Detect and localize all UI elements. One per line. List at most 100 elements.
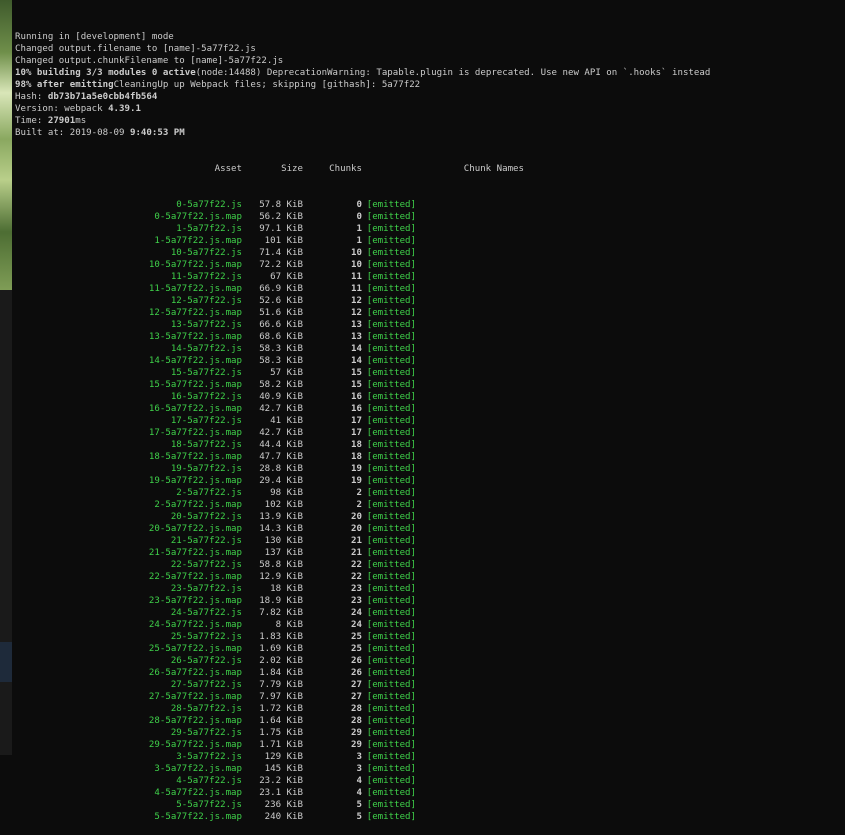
asset-chunk: 27 xyxy=(351,692,362,702)
asset-status: [emitted] xyxy=(366,752,416,762)
asset-asset: 14-5a77f22.js xyxy=(170,344,242,354)
asset-size: 42.7 KiB xyxy=(259,428,303,438)
asset-asset: 12-5a77f22.js.map xyxy=(148,308,242,318)
col-asset: Asset xyxy=(214,164,242,174)
asset-size: 51.6 KiB xyxy=(259,308,303,318)
asset-status: [emitted] xyxy=(366,776,416,786)
asset-status: [emitted] xyxy=(366,560,416,570)
asset-size: 8 KiB xyxy=(275,620,303,630)
asset-size: 18 KiB xyxy=(270,584,303,594)
table-row: 29-5a77f22.js 1.75 KiB 29 [emitted] xyxy=(15,727,845,739)
asset-chunk: 25 xyxy=(351,632,362,642)
asset-status: [emitted] xyxy=(366,308,416,318)
asset-size: 44.4 KiB xyxy=(259,440,303,450)
asset-chunk: 22 xyxy=(351,560,362,570)
log-line: Built at: 2019-08-09 9:40:53 PM xyxy=(15,127,845,139)
log-label: Time: xyxy=(15,116,48,126)
asset-asset: 26-5a77f22.js xyxy=(170,656,242,666)
table-row: 2-5a77f22.js 98 KiB 2 [emitted] xyxy=(15,487,845,499)
asset-size: 1.69 KiB xyxy=(259,644,303,654)
asset-chunk: 1 xyxy=(356,236,362,246)
table-row: 24-5a77f22.js.map 8 KiB 24 [emitted] xyxy=(15,619,845,631)
table-row: 12-5a77f22.js 52.6 KiB 12 [emitted] xyxy=(15,295,845,307)
asset-chunk: 5 xyxy=(356,812,362,822)
asset-status: [emitted] xyxy=(366,392,416,402)
asset-asset: 4-5a77f22.js.map xyxy=(154,788,242,798)
asset-asset: 18-5a77f22.js xyxy=(170,440,242,450)
asset-status: [emitted] xyxy=(366,704,416,714)
asset-status: [emitted] xyxy=(366,572,416,582)
table-row: 3-5a77f22.js 129 KiB 3 [emitted] xyxy=(15,751,845,763)
asset-status: [emitted] xyxy=(366,620,416,630)
log-line: 98% after emittingCleaningUp up Webpack … xyxy=(15,79,845,91)
asset-size: 1.83 KiB xyxy=(259,632,303,642)
asset-asset: 14-5a77f22.js.map xyxy=(148,356,242,366)
build-log-header: Running in [development] mode Changed out… xyxy=(15,31,845,139)
asset-asset: 23-5a77f22.js.map xyxy=(148,596,242,606)
asset-status: [emitted] xyxy=(366,440,416,450)
asset-chunk: 20 xyxy=(351,524,362,534)
asset-size: 67 KiB xyxy=(270,272,303,282)
background-panel-edge xyxy=(0,642,12,682)
log-bold: 27901 xyxy=(47,116,76,126)
log-text: CleaningUp up Webpack files; skipping [g… xyxy=(113,80,421,90)
table-row: 13-5a77f22.js 66.6 KiB 13 [emitted] xyxy=(15,319,845,331)
log-bold: 10% building 3/3 modules 0 active xyxy=(15,68,196,78)
asset-chunk: 17 xyxy=(351,428,362,438)
asset-asset: 0-5a77f22.js xyxy=(176,200,242,210)
asset-size: 58.2 KiB xyxy=(259,380,303,390)
asset-asset: 5-5a77f22.js.map xyxy=(154,812,242,822)
table-row: 22-5a77f22.js 58.8 KiB 22 [emitted] xyxy=(15,559,845,571)
asset-status: [emitted] xyxy=(366,800,416,810)
asset-size: 1.71 KiB xyxy=(259,740,303,750)
asset-chunk: 13 xyxy=(351,332,362,342)
terminal-output[interactable]: Running in [development] mode Changed out… xyxy=(15,0,845,822)
asset-status: [emitted] xyxy=(366,344,416,354)
asset-chunk: 16 xyxy=(351,392,362,402)
table-row: 25-5a77f22.js.map 1.69 KiB 25 [emitted] xyxy=(15,643,845,655)
asset-size: 72.2 KiB xyxy=(259,260,303,270)
asset-chunk: 26 xyxy=(351,656,362,666)
asset-chunk: 27 xyxy=(351,680,362,690)
log-text: ms xyxy=(75,116,87,126)
asset-asset: 20-5a77f22.js.map xyxy=(148,524,242,534)
table-row: 18-5a77f22.js 44.4 KiB 18 [emitted] xyxy=(15,439,845,451)
asset-asset: 21-5a77f22.js.map xyxy=(148,548,242,558)
asset-asset: 11-5a77f22.js xyxy=(170,272,242,282)
asset-asset: 18-5a77f22.js.map xyxy=(148,452,242,462)
asset-status: [emitted] xyxy=(366,260,416,270)
log-line: Hash: db73b71a5e0cbb4fb564 xyxy=(15,91,845,103)
asset-size: 14.3 KiB xyxy=(259,524,303,534)
log-bold: 9:40:53 PM xyxy=(129,128,185,138)
asset-status: [emitted] xyxy=(366,548,416,558)
asset-size: 42.7 KiB xyxy=(259,404,303,414)
asset-asset: 13-5a77f22.js.map xyxy=(148,332,242,342)
asset-chunk: 0 xyxy=(356,212,362,222)
table-row: 21-5a77f22.js.map 137 KiB 21 [emitted] xyxy=(15,547,845,559)
asset-status: [emitted] xyxy=(366,248,416,258)
asset-status: [emitted] xyxy=(366,416,416,426)
table-row: 22-5a77f22.js.map 12.9 KiB 22 [emitted] xyxy=(15,571,845,583)
asset-asset: 20-5a77f22.js xyxy=(170,512,242,522)
asset-size: 47.7 KiB xyxy=(259,452,303,462)
asset-status: [emitted] xyxy=(366,740,416,750)
asset-chunk: 25 xyxy=(351,644,362,654)
asset-asset: 13-5a77f22.js xyxy=(170,320,242,330)
asset-table-header: Asset Size Chunks Chunk Names xyxy=(15,163,845,175)
asset-status: [emitted] xyxy=(366,296,416,306)
table-row: 26-5a77f22.js.map 1.84 KiB 26 [emitted] xyxy=(15,667,845,679)
asset-asset: 21-5a77f22.js xyxy=(170,536,242,546)
table-row: 10-5a77f22.js.map 72.2 KiB 10 [emitted] xyxy=(15,259,845,271)
asset-size: 97.1 KiB xyxy=(259,224,303,234)
table-row: 5-5a77f22.js.map 240 KiB 5 [emitted] xyxy=(15,811,845,823)
asset-size: 236 KiB xyxy=(264,800,303,810)
asset-chunk: 19 xyxy=(351,464,362,474)
asset-size: 240 KiB xyxy=(264,812,303,822)
asset-size: 66.6 KiB xyxy=(259,320,303,330)
table-row: 19-5a77f22.js 28.8 KiB 19 [emitted] xyxy=(15,463,845,475)
asset-size: 1.75 KiB xyxy=(259,728,303,738)
asset-asset: 25-5a77f22.js xyxy=(170,632,242,642)
asset-asset: 12-5a77f22.js xyxy=(170,296,242,306)
table-row: 25-5a77f22.js 1.83 KiB 25 [emitted] xyxy=(15,631,845,643)
log-text: Changed output.filename to [name]-5a77f2… xyxy=(15,44,256,54)
